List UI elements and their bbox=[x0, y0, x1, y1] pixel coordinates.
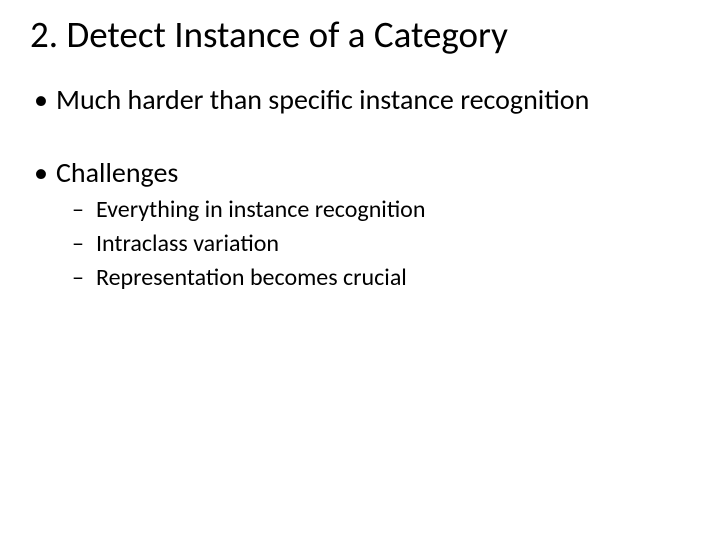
bullet-text: Much harder than specific instance recog… bbox=[56, 82, 589, 117]
sub-bullet-text: Representation becomes crucial bbox=[96, 263, 407, 292]
slide: 2. Detect Instance of a Category Much ha… bbox=[0, 0, 720, 540]
list-item: Challenges Everything in instance recogn… bbox=[56, 156, 690, 293]
bullet-text: Challenges bbox=[56, 155, 178, 190]
sub-bullet-list: Everything in instance recognition Intra… bbox=[56, 195, 690, 293]
sub-bullet-text: Intraclass variation bbox=[96, 229, 279, 258]
bullet-list: Much harder than specific instance recog… bbox=[30, 83, 690, 293]
sub-bullet-text: Everything in instance recognition bbox=[96, 195, 425, 224]
list-item: Representation becomes crucial bbox=[96, 263, 690, 293]
list-item: Everything in instance recognition bbox=[96, 195, 690, 225]
list-item: Intraclass variation bbox=[96, 229, 690, 259]
list-item: Much harder than specific instance recog… bbox=[56, 83, 690, 116]
slide-title: 2. Detect Instance of a Category bbox=[30, 14, 690, 57]
